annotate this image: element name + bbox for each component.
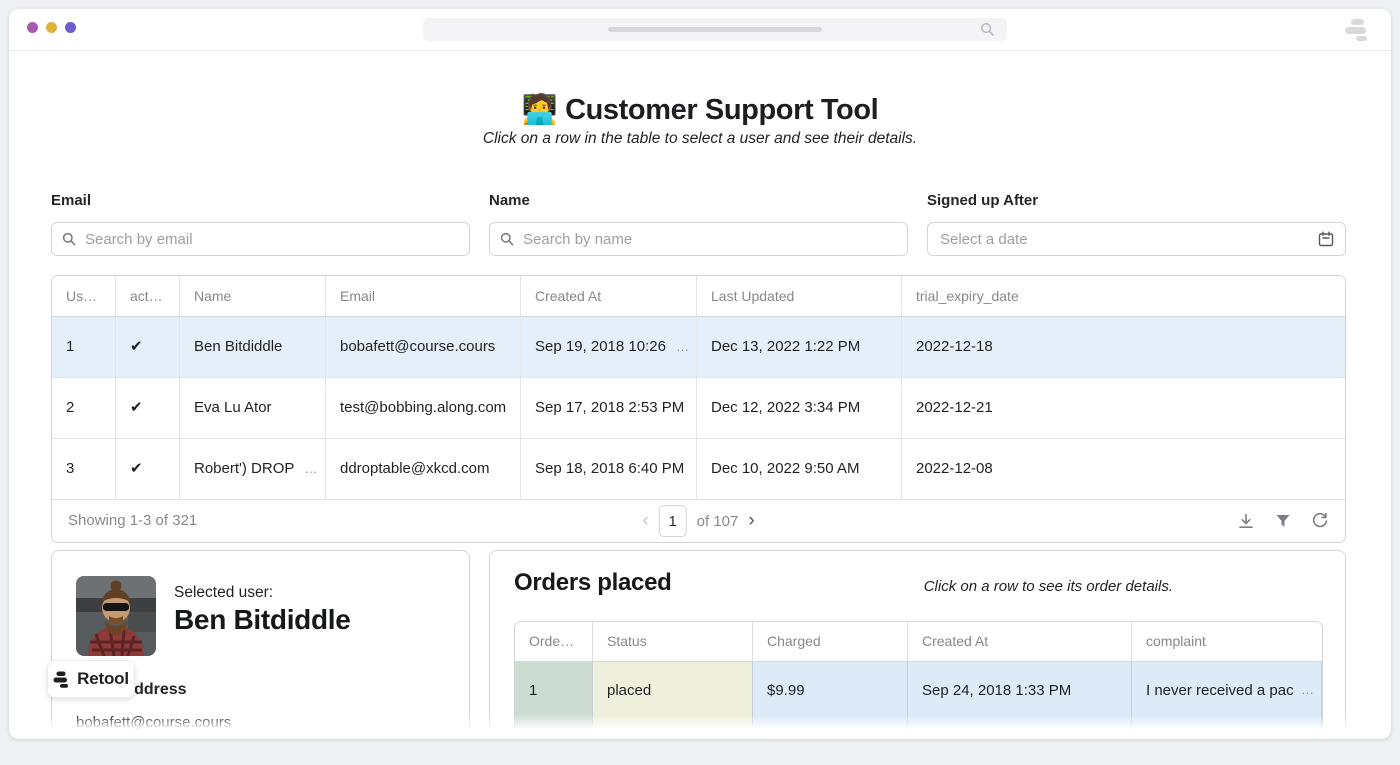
orders-table-row[interactable]: 1 placed $9.99 Sep 24, 2018 1:33 PM I ne… [515,662,1322,739]
window-controls [27,22,76,33]
email-filter: Email [51,192,470,256]
table-toolbar [1237,500,1329,542]
name-filter: Name [489,192,908,256]
cell-created-at: Sep 18, 2018 6:40 PM [521,439,697,499]
pagination: ‹ of 107 › [642,500,754,542]
name-search-input[interactable] [489,222,908,256]
refresh-icon[interactable] [1311,512,1329,530]
cell-user-id: 1 [52,317,116,377]
users-table-row[interactable]: 2 ✔ Eva Lu Ator test@bobbing.along.com S… [52,378,1345,439]
cell-name: Ben Bitdiddle [180,317,326,377]
selected-user-avatar [76,576,156,656]
address-bar[interactable] [423,18,1007,41]
selected-user-panel: Selected user: Ben Bitdiddle Email Addre… [51,550,470,739]
search-icon [62,232,76,246]
orders-panel: Orders placed Click on a row to see its … [489,550,1346,739]
calendar-icon[interactable] [1318,231,1334,247]
email-filter-label: Email [51,192,470,209]
users-table-row[interactable]: 3 ✔ Robert') DROP… ddroptable@xkcd.com S… [52,439,1345,500]
filter-icon[interactable] [1274,512,1292,530]
search-icon [980,22,995,37]
name-filter-label: Name [489,192,908,209]
overflow-ellipsis-icon[interactable]: … [676,317,690,377]
cell-trial-expiry: 2022-12-08 [902,439,1345,499]
users-table-header: Us… act… Name Email Created At Last Upda… [52,276,1345,317]
cell-order-id: 1 [515,662,593,739]
cell-email: test@bobbing.along.com [326,378,521,438]
cell-complaint: I never received a pac… [1132,662,1322,739]
cell-name: Eva Lu Ator [180,378,326,438]
orders-title: Orders placed [514,569,672,597]
url-placeholder-bar [608,27,822,32]
cell-email: bobafett@course.cours [326,317,521,377]
cell-name: Robert') DROP… [180,439,326,499]
selected-user-name: Ben Bitdiddle [174,604,351,636]
column-header-status[interactable]: Status [593,622,753,661]
cell-last-updated: Dec 13, 2022 1:22 PM [697,317,902,377]
cell-created-at: Sep 19, 2018 10:26… [521,317,697,377]
cell-user-id: 2 [52,378,116,438]
window-control-dot[interactable] [65,22,76,33]
cell-created-at: Sep 24, 2018 1:33 PM [908,662,1132,739]
page-subtitle: Click on a row in the table to select a … [9,130,1391,148]
cell-active-check-icon: ✔ [116,317,180,377]
column-header-last-updated[interactable]: Last Updated [697,276,902,316]
next-page-button[interactable]: › [748,510,754,532]
cell-charged: $9.99 [753,662,908,739]
signed-up-after-filter: Signed up After [927,192,1346,256]
browser-chrome [9,9,1391,51]
users-table-footer: Showing 1-3 of 321 ‹ of 107 › [52,500,1345,542]
page-title: 🧑‍💻 Customer Support Tool [9,93,1391,127]
cell-user-id: 3 [52,439,116,499]
cell-trial-expiry: 2022-12-21 [902,378,1345,438]
email-search-input[interactable] [51,222,470,256]
column-header-active[interactable]: act… [116,276,180,316]
users-table-row[interactable]: 1 ✔ Ben Bitdiddle bobafett@course.cours … [52,317,1345,378]
column-header-email[interactable]: Email [326,276,521,316]
cell-trial-expiry: 2022-12-18 [902,317,1345,377]
cell-last-updated: Dec 12, 2022 3:34 PM [697,378,902,438]
column-header-charged[interactable]: Charged [753,622,908,661]
column-header-created-at[interactable]: Created At [521,276,697,316]
download-icon[interactable] [1237,512,1255,530]
cell-active-check-icon: ✔ [116,439,180,499]
column-header-created-at[interactable]: Created At [908,622,1132,661]
column-header-name[interactable]: Name [180,276,326,316]
users-table: Us… act… Name Email Created At Last Upda… [51,275,1346,543]
overflow-ellipsis-icon[interactable]: … [1301,662,1315,719]
date-filter-label: Signed up After [927,192,1346,209]
page-total-label: of 107 [697,513,739,530]
orders-table: Orde… Status Charged Created At complain… [514,621,1323,739]
search-icon [500,232,514,246]
retool-logo-icon[interactable] [1344,18,1371,42]
column-header-complaint[interactable]: complaint [1132,622,1322,661]
cell-active-check-icon: ✔ [116,378,180,438]
retool-logo-icon [53,671,70,688]
row-count-status: Showing 1-3 of 321 [68,500,197,542]
orders-subtitle: Click on a row to see its order details. [924,578,1173,595]
date-picker-input[interactable] [927,222,1346,256]
cell-status: placed [593,662,753,739]
orders-table-header: Orde… Status Charged Created At complain… [515,622,1322,662]
email-address-value: bobafett@course.cours [76,714,231,731]
cell-last-updated: Dec 10, 2022 9:50 AM [697,439,902,499]
column-header-order-id[interactable]: Orde… [515,622,593,661]
overflow-ellipsis-icon[interactable]: … [304,461,318,476]
column-header-trial-expiry[interactable]: trial_expiry_date [902,276,1345,316]
column-header-user-id[interactable]: Us… [52,276,116,316]
window-control-dot[interactable] [27,22,38,33]
retool-badge-label: Retool [77,669,129,689]
app-window: 🧑‍💻 Customer Support Tool Click on a row… [9,9,1391,739]
retool-badge[interactable]: Retool [47,660,135,698]
page-number-input[interactable] [659,505,687,537]
cell-email: ddroptable@xkcd.com [326,439,521,499]
cell-created-at: Sep 17, 2018 2:53 PM [521,378,697,438]
previous-page-button[interactable]: ‹ [642,510,648,532]
window-control-dot[interactable] [46,22,57,33]
title-emoji-icon: 🧑‍💻 [522,94,558,126]
selected-user-label: Selected user: [174,584,273,602]
